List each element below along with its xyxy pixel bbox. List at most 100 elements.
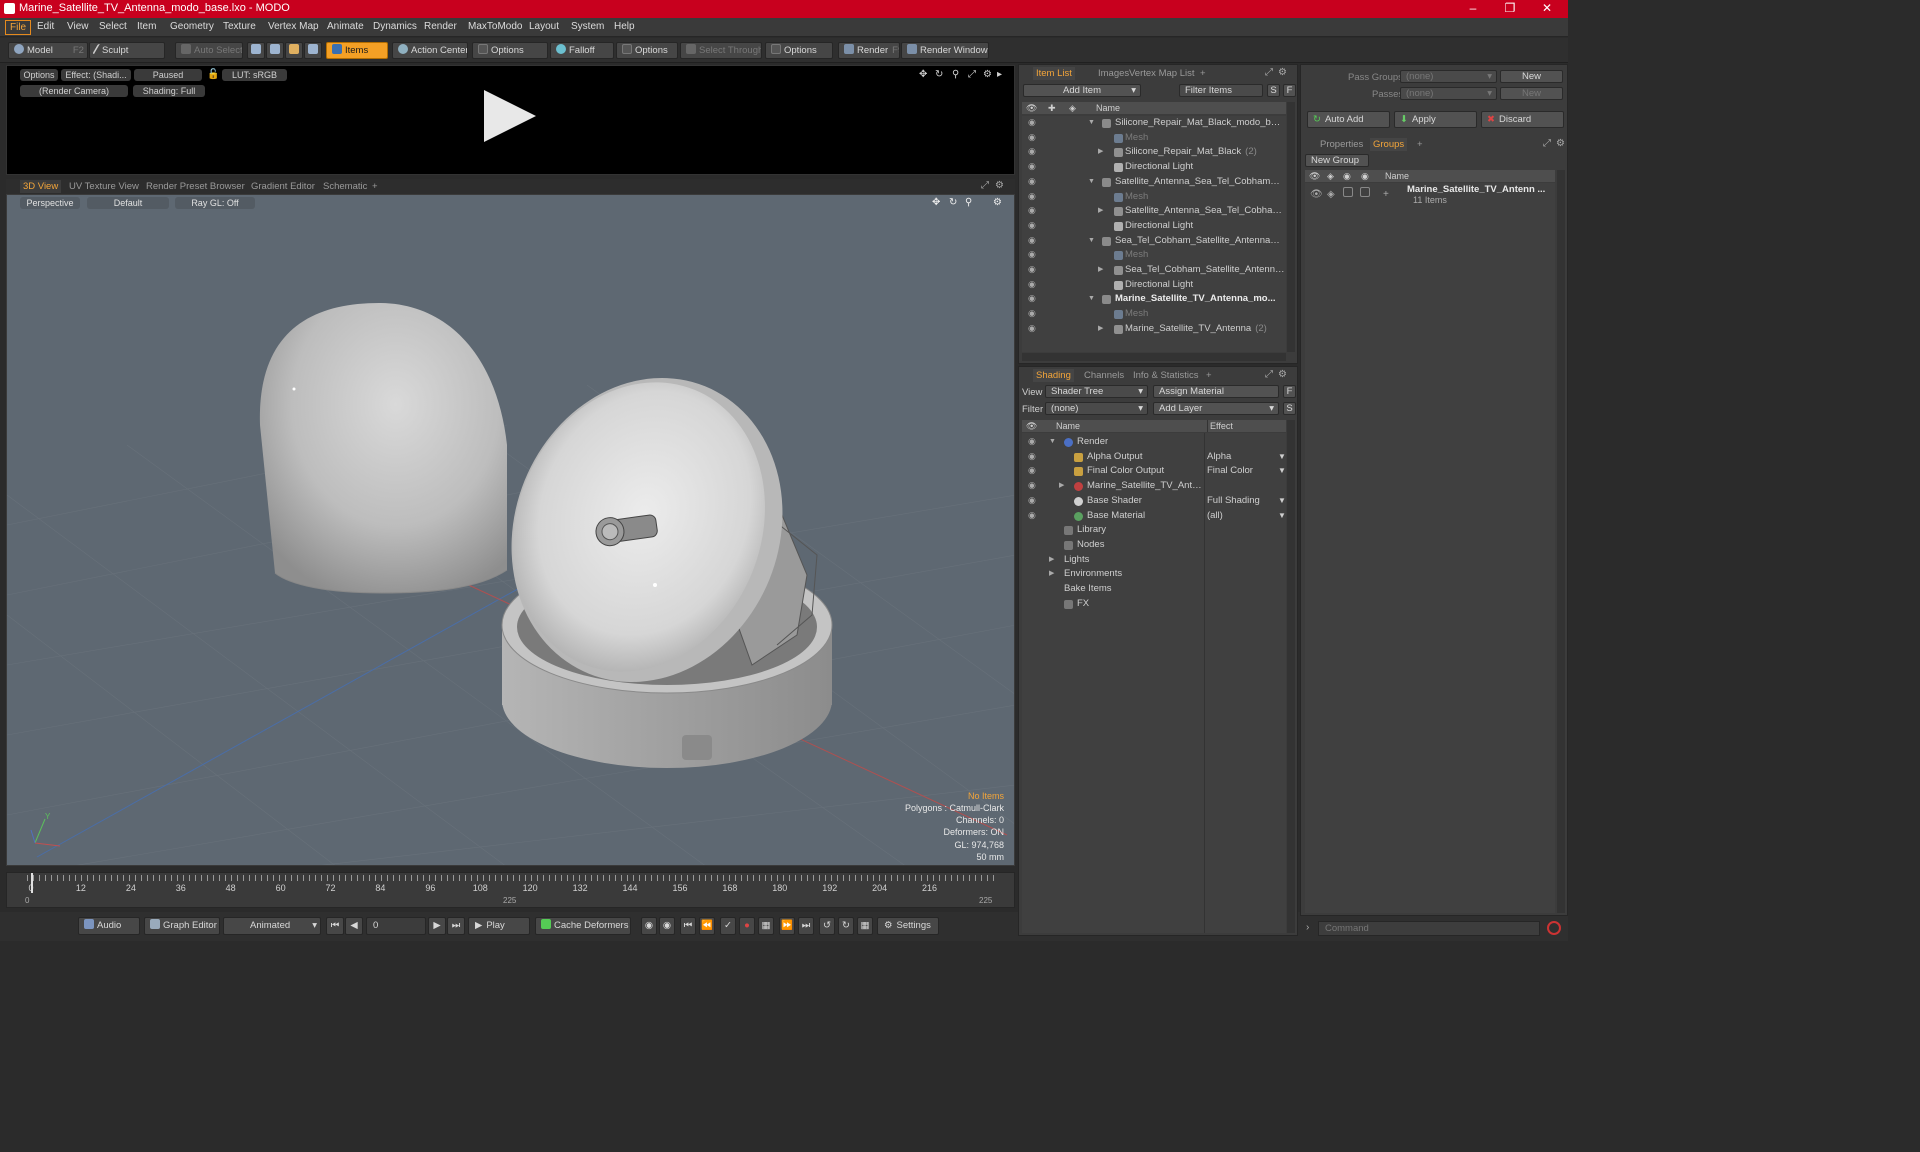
select-edges-button[interactable]	[266, 42, 284, 59]
gear-icon[interactable]: ⚙	[993, 197, 1002, 208]
menu-texture[interactable]: Texture	[223, 21, 256, 32]
visibility-icon[interactable]: ◉	[1028, 466, 1037, 475]
pass-groups-dropdown[interactable]: (none) ▾	[1400, 70, 1497, 83]
maximize-icon[interactable]: ⤢	[981, 180, 989, 191]
expand-icon[interactable]: +	[1383, 189, 1389, 200]
play-icon[interactable]	[484, 90, 536, 142]
visibility-icon[interactable]: ◉	[1028, 495, 1037, 505]
animated-dropdown[interactable]: Animated ▾	[223, 917, 321, 935]
collapse-icon[interactable]: ▼	[1088, 116, 1095, 130]
item-list-row[interactable]: ◉ ▼ Satellite_Antenna_Sea_Tel_Cobham_mo...	[1022, 175, 1286, 190]
collapse-icon[interactable]: ▼	[1088, 292, 1095, 306]
menu-animate[interactable]: Animate	[327, 21, 364, 32]
raygl-dropdown[interactable]: Ray GL: Off	[175, 197, 255, 209]
expand-icon[interactable]: ▶	[1098, 145, 1103, 159]
visibility-icon[interactable]: ◉	[1028, 206, 1037, 215]
select-through-button[interactable]: Select Through	[680, 42, 762, 59]
item-list-row[interactable]: ◉ ▼ Sea_Tel_Cobham_Satellite_Antenna_Do ..…	[1022, 234, 1286, 249]
menu-system[interactable]: System	[571, 21, 604, 32]
shader-tree-row[interactable]: ◉ ▼ Render	[1022, 435, 1286, 450]
select-materials-button[interactable]	[304, 42, 322, 59]
close-button[interactable]: ✕	[1532, 1, 1562, 15]
visibility-icon[interactable]: ◉	[1028, 220, 1037, 230]
passes-dropdown[interactable]: (none) ▾	[1400, 87, 1497, 100]
key-icon[interactable]: ◉	[641, 917, 657, 935]
menu-file[interactable]: File	[5, 20, 32, 35]
filter-dropdown[interactable]: (none) ▾	[1045, 402, 1148, 415]
collapse-icon[interactable]: ▼	[1088, 234, 1095, 248]
style-dropdown[interactable]: Default	[87, 197, 169, 209]
lock-checkbox[interactable]	[1343, 187, 1353, 197]
tab-groups[interactable]: Groups	[1370, 138, 1408, 151]
shader-tree-row[interactable]: FX	[1022, 597, 1286, 612]
select-checkbox[interactable]	[1360, 187, 1370, 197]
visibility-icon[interactable]: ◉	[1028, 481, 1037, 490]
3d-viewport[interactable]: Perspective Default Ray GL: Off ✥ ↻ ⚲ ⚙ …	[6, 194, 1015, 866]
add-tab-button[interactable]: +	[1197, 67, 1209, 80]
item-list-row[interactable]: ◉ Directional Light	[1022, 219, 1286, 234]
prev-key-icon[interactable]: ⏮	[680, 917, 696, 935]
tab-3d-view[interactable]: 3D View	[20, 180, 62, 193]
select-vertices-button[interactable]	[247, 42, 265, 59]
lut-dropdown[interactable]: LUT: sRGB	[222, 69, 287, 81]
next-key-icon[interactable]: ⏭	[798, 917, 814, 935]
move-icon[interactable]: ✥	[932, 197, 940, 208]
shader-tree-scrollbar[interactable]	[1287, 420, 1295, 933]
groups-scrollbar[interactable]	[1557, 170, 1565, 913]
tab-info-statistics[interactable]: Info & Statistics	[1130, 369, 1201, 382]
menu-maxtomodo[interactable]: MaxToModo	[468, 21, 522, 32]
shader-tree-row[interactable]: ▶ Lights	[1022, 553, 1286, 568]
minimize-button[interactable]: –	[1458, 1, 1488, 15]
shader-tree-row[interactable]: ◉ ▶ Marine_Satellite_TV_Anten...	[1022, 479, 1286, 494]
item-list-scrollbar[interactable]	[1287, 102, 1295, 352]
loop-icon[interactable]: ↺	[819, 917, 835, 935]
filter-items-input[interactable]: Filter Items	[1179, 84, 1263, 97]
maximize-icon[interactable]: ⤢	[1265, 67, 1273, 78]
options-icon[interactable]: ▦	[857, 917, 873, 935]
cache-deformers-button[interactable]: Cache Deformers	[535, 917, 631, 935]
new-pass-group-button[interactable]: New	[1500, 70, 1563, 83]
step-back-button[interactable]: ◀	[345, 917, 363, 935]
move-icon[interactable]: ✥	[919, 69, 927, 80]
item-list-row[interactable]: ◉ ▶ Silicone_Repair_Mat_Black (2)	[1022, 145, 1286, 160]
play-button[interactable]: ▶ Play	[468, 917, 530, 935]
collapse-icon[interactable]: ▼	[1088, 175, 1095, 189]
tab-shading[interactable]: Shading	[1033, 369, 1074, 382]
record-icon[interactable]: ●	[739, 917, 755, 935]
preview-status-button[interactable]: Paused	[134, 69, 202, 81]
expand-icon[interactable]: ▶	[1098, 263, 1103, 277]
add-item-dropdown[interactable]: Add Item ▾	[1023, 84, 1141, 97]
select-polygons-button[interactable]	[285, 42, 303, 59]
item-list-row[interactable]: ◉ Directional Light	[1022, 278, 1286, 293]
new-group-button[interactable]: New Group	[1305, 154, 1369, 167]
shader-tree-row[interactable]: Bake Items	[1022, 582, 1286, 597]
render-preview[interactable]: Options Effect: (Shadi... Paused 🔓 LUT: …	[6, 65, 1015, 175]
gear-icon[interactable]: ⚙	[995, 180, 1004, 191]
go-start-button[interactable]: ⏮	[326, 917, 344, 935]
item-list-row[interactable]: ◉ ▶ Sea_Tel_Cobham_Satellite_Antenna_ ...	[1022, 263, 1286, 278]
visibility-icon[interactable]: ◉	[1028, 118, 1037, 127]
add-tab-button[interactable]: +	[1203, 369, 1215, 382]
new-pass-button[interactable]: New	[1500, 87, 1563, 100]
frame-input[interactable]: 0	[366, 917, 426, 935]
shading-dropdown[interactable]: Shading: Full	[133, 85, 205, 97]
visibility-icon[interactable]: ◉	[1028, 176, 1037, 186]
zoom-icon[interactable]: ⚲	[965, 197, 972, 208]
tab-gradient-editor[interactable]: Gradient Editor	[248, 180, 318, 193]
visibility-icon[interactable]: ◉	[1028, 510, 1037, 520]
item-list-row[interactable]: ◉ Mesh	[1022, 131, 1286, 146]
menu-item[interactable]: Item	[137, 21, 156, 32]
item-list-row[interactable]: ◉ Mesh	[1022, 307, 1286, 322]
timeline[interactable]: 0 12 24 36 48 60 72 84 96 108 120 132 144 156 168 180 19…	[6, 872, 1015, 908]
select-through-options-button[interactable]: Options	[765, 42, 833, 59]
effect-dropdown[interactable]: Full Shading	[1207, 494, 1277, 508]
maximize-icon[interactable]: ⤢	[968, 69, 976, 80]
maximize-icon[interactable]: ⤢	[1543, 138, 1551, 149]
lock-icon[interactable]: 🔓	[207, 69, 219, 80]
visibility-icon[interactable]: ◉	[1028, 235, 1037, 245]
tab-render-preset-browser[interactable]: Render Preset Browser	[143, 180, 248, 193]
visibility-icon[interactable]: ◉	[1028, 323, 1037, 333]
tab-vertex-map-list[interactable]: Vertex Map List	[1126, 67, 1197, 80]
add-layer-s-button[interactable]: S	[1283, 402, 1296, 415]
items-mode-button[interactable]: Items	[326, 42, 388, 59]
